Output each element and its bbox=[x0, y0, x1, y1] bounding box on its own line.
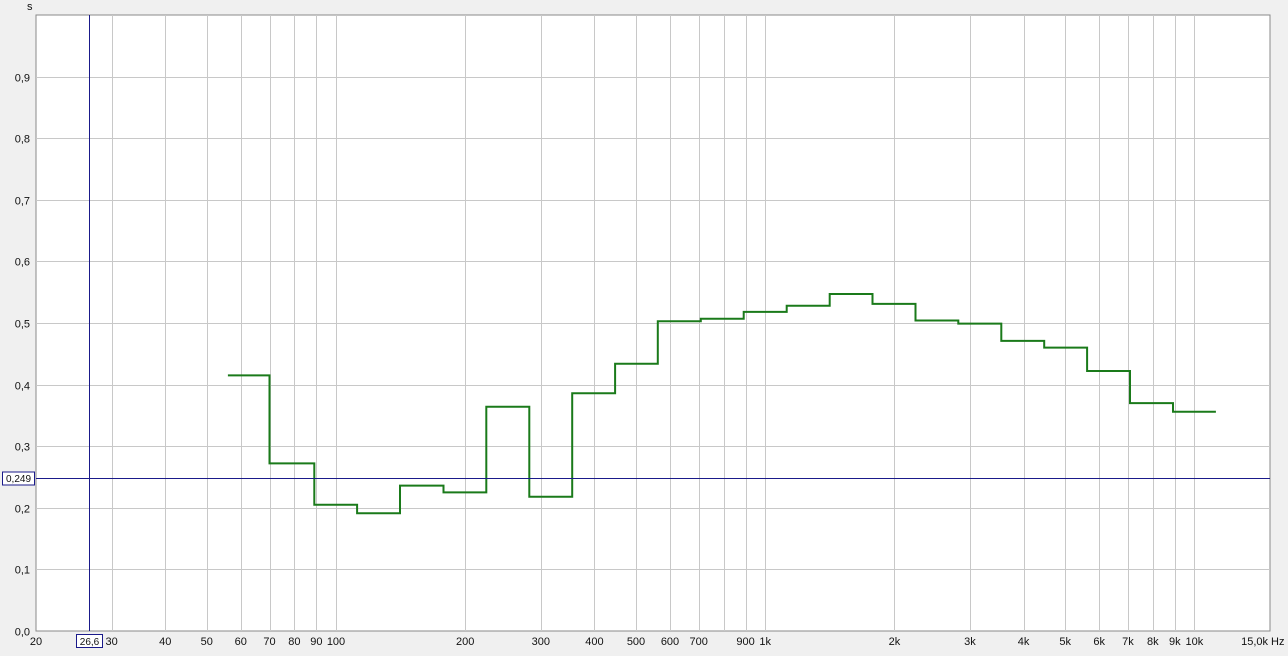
chart: 0,249 26,6 s Hz 0,0 0,1 0,2 0,3 0,4 0,5 0,6 0,7 0… bbox=[0, 0, 1288, 651]
x-tick-label: 200 bbox=[456, 636, 474, 648]
y-tick-label: 0,3 bbox=[15, 442, 30, 454]
x-tick-label: 8k bbox=[1147, 636, 1159, 648]
x-tick-label: 10k bbox=[1186, 636, 1204, 648]
x-tick-label: 7k bbox=[1122, 636, 1134, 648]
x-tick-label: 30 bbox=[105, 636, 117, 648]
y-tick-label: 0,0 bbox=[15, 627, 30, 639]
x-tick-label: 80 bbox=[288, 636, 300, 648]
x-tick-label: 500 bbox=[627, 636, 645, 648]
y-tick-label: 0,9 bbox=[15, 73, 30, 85]
y-tick-label: 0,7 bbox=[15, 196, 30, 208]
x-tick-label: 700 bbox=[690, 636, 708, 648]
chart-svg: 0,249 26,6 s Hz 0,0 0,1 0,2 0,3 0,4 0,5 0,6 0,7 0… bbox=[2, 1, 1284, 648]
x-tick-label: 5k bbox=[1059, 636, 1071, 648]
cursor-x-readout: 26,6 bbox=[80, 637, 100, 648]
x-tick-label: 40 bbox=[159, 636, 171, 648]
x-tick-label: 2k bbox=[889, 636, 901, 648]
x-tick-label: 600 bbox=[661, 636, 679, 648]
x-tick-label: 400 bbox=[585, 636, 603, 648]
x-tick-label: 20 bbox=[30, 636, 42, 648]
x-tick-label: 90 bbox=[310, 636, 322, 648]
x-tick-label: 300 bbox=[532, 636, 550, 648]
x-tick-label: 1k bbox=[759, 636, 771, 648]
x-unit-label: Hz bbox=[1271, 636, 1284, 648]
y-unit-label: s bbox=[27, 1, 33, 13]
x-tick-label: 6k bbox=[1093, 636, 1105, 648]
x-tick-label: 60 bbox=[235, 636, 247, 648]
y-tick-label: 0,5 bbox=[15, 319, 30, 331]
x-tick-label: 4k bbox=[1018, 636, 1030, 648]
x-tick-label: 9k bbox=[1169, 636, 1181, 648]
x-tick-label: 100 bbox=[327, 636, 345, 648]
x-tick-label: 15,0k bbox=[1241, 636, 1268, 648]
x-tick-label: 50 bbox=[201, 636, 213, 648]
y-tick-label: 0,2 bbox=[15, 504, 30, 516]
x-tick-label: 70 bbox=[263, 636, 275, 648]
y-tick-label: 0,1 bbox=[15, 565, 30, 577]
y-tick-label: 0,4 bbox=[15, 381, 30, 393]
y-tick-label: 0,6 bbox=[15, 257, 30, 269]
x-tick-label: 3k bbox=[964, 636, 976, 648]
x-tick-label: 900 bbox=[736, 636, 754, 648]
y-tick-label: 0,8 bbox=[15, 134, 30, 146]
cursor-y-readout: 0,249 bbox=[6, 474, 31, 485]
